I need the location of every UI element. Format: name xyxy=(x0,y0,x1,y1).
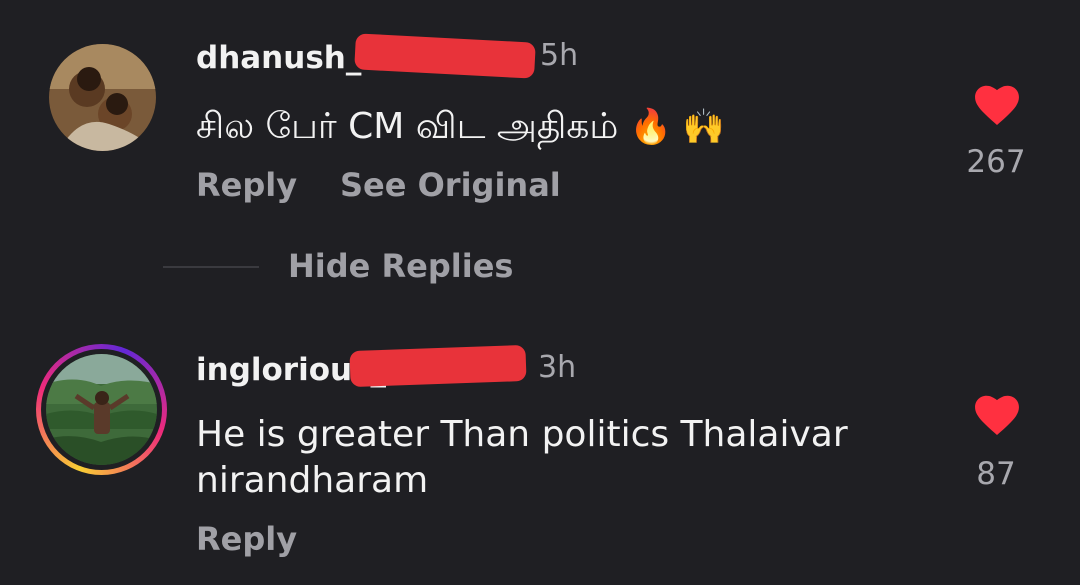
timestamp: 5h xyxy=(540,38,579,73)
redaction-mark xyxy=(354,33,536,79)
see-original-button[interactable]: See Original xyxy=(340,166,561,204)
hide-replies-button[interactable]: Hide Replies xyxy=(288,247,513,285)
reply-button[interactable]: Reply xyxy=(196,166,297,204)
avatar[interactable] xyxy=(46,354,157,465)
redaction-mark xyxy=(349,344,527,388)
comments-screen: dhanush_ 5h சில பேர் CM விட அதிகம் 🔥 🙌 R… xyxy=(0,0,1080,585)
comment-body: சில பேர் CM விட அதிகம் xyxy=(196,106,619,147)
heart-icon xyxy=(975,395,1019,436)
like-button[interactable] xyxy=(974,394,1020,436)
comment-emojis: 🔥 🙌 xyxy=(629,107,726,147)
reply-button[interactable]: Reply xyxy=(196,520,297,558)
replies-divider xyxy=(163,266,259,268)
avatar[interactable] xyxy=(49,44,156,151)
comment-text: சில பேர் CM விட அதிகம் 🔥 🙌 xyxy=(196,105,725,149)
comment-text-line-2: nirandharam xyxy=(196,460,429,501)
like-count: 87 xyxy=(976,456,1016,492)
heart-icon xyxy=(975,85,1019,126)
comment-text-line-1: He is greater Than politics Thalaivar xyxy=(196,414,848,455)
timestamp: 3h xyxy=(538,350,577,385)
like-count: 267 xyxy=(966,144,1026,180)
like-button[interactable] xyxy=(974,84,1020,126)
username[interactable]: dhanush_ xyxy=(196,40,361,76)
